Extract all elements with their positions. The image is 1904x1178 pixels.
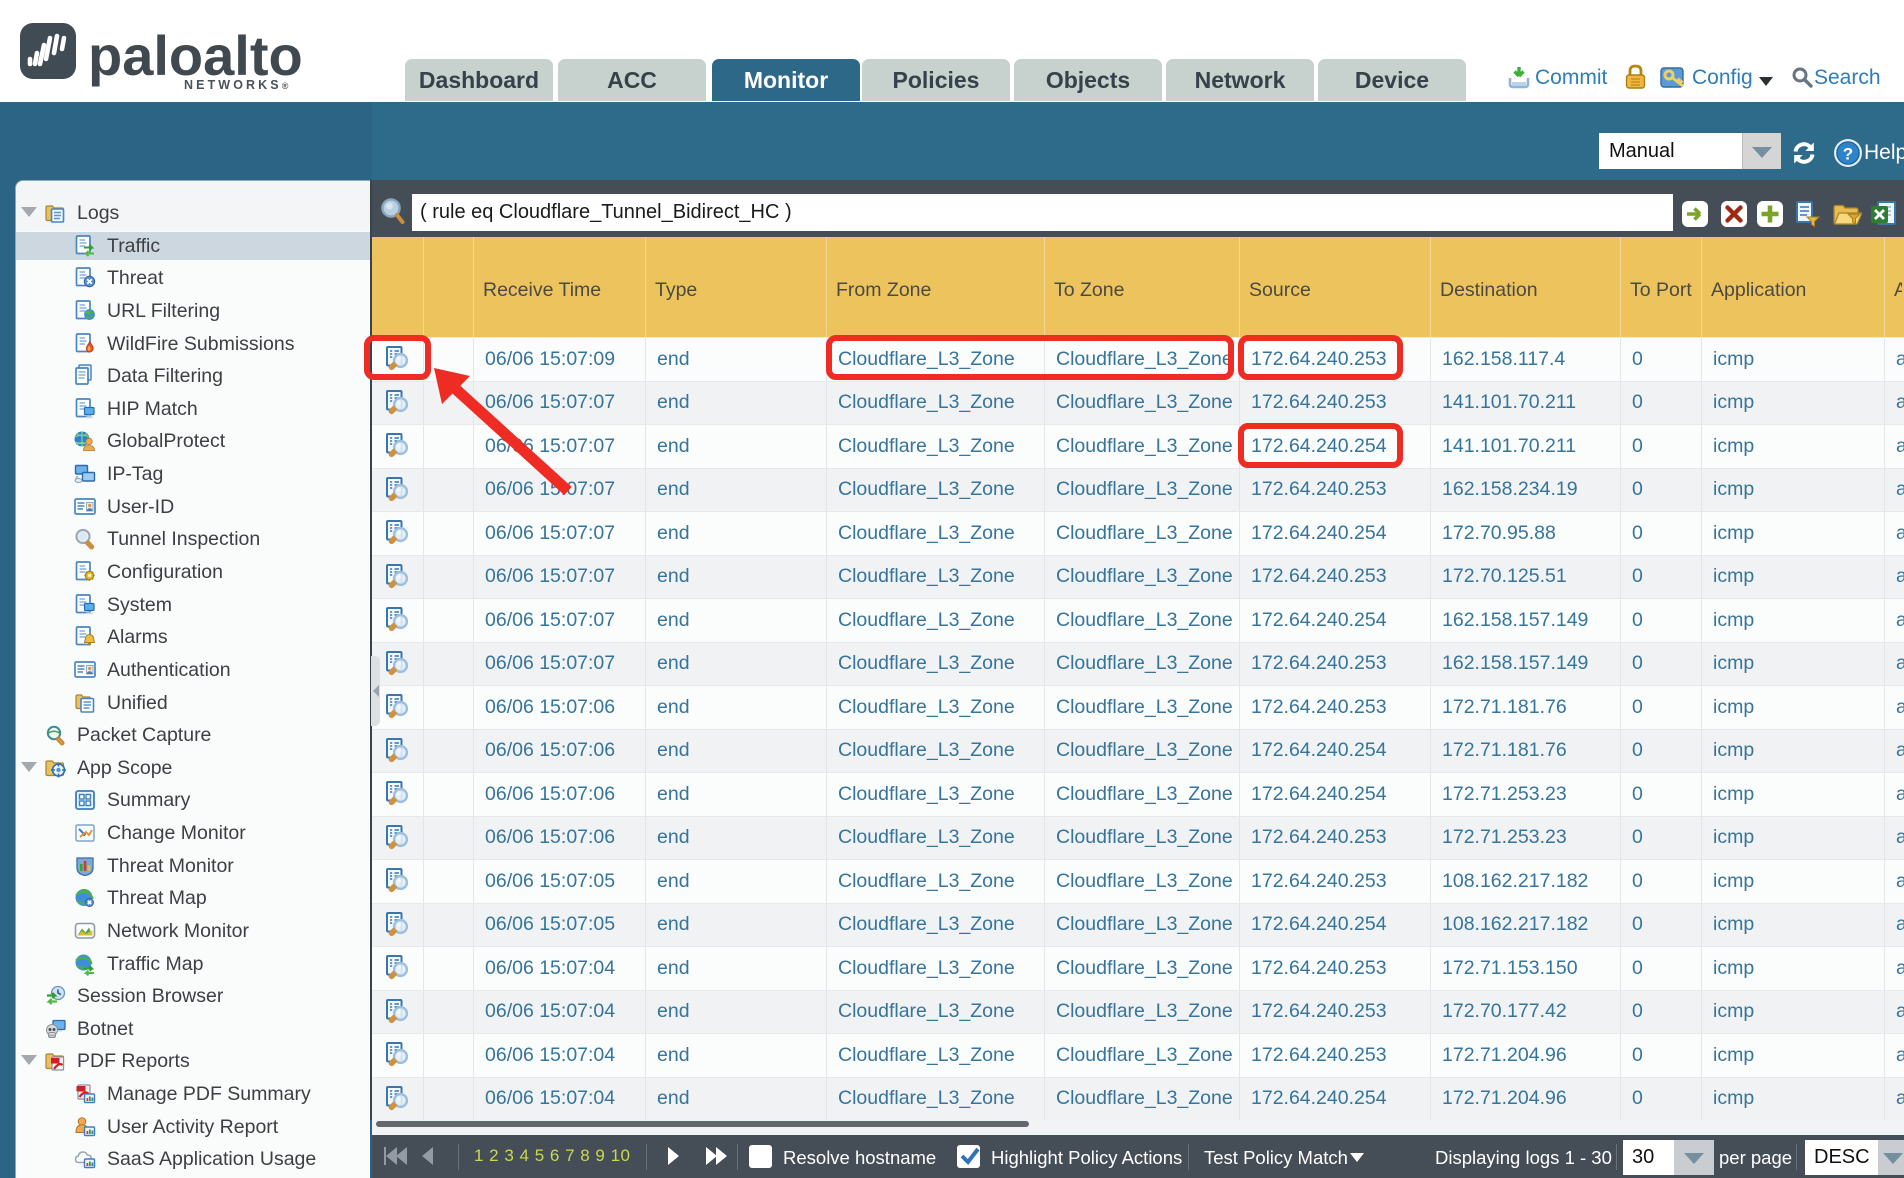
svg-text:?: ? — [1843, 145, 1853, 164]
